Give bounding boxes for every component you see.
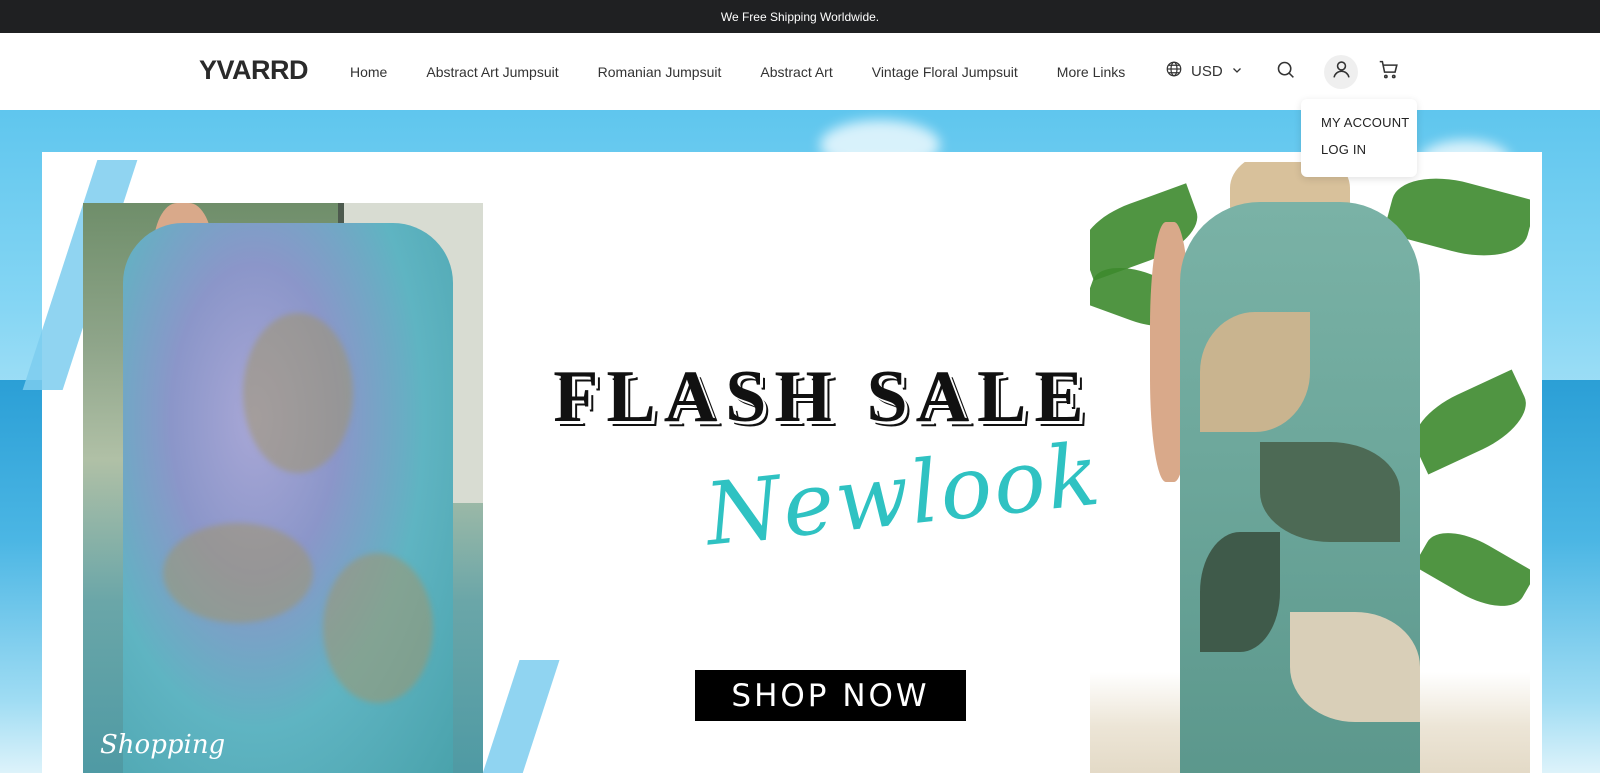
- account-button[interactable]: [1324, 55, 1358, 89]
- main-nav: Home Abstract Art Jumpsuit Romanian Jump…: [350, 33, 1164, 110]
- announcement-text: We Free Shipping Worldwide.: [720, 9, 880, 24]
- nav-more-links[interactable]: More Links: [1057, 64, 1125, 80]
- user-icon: [1331, 59, 1352, 85]
- globe-icon: [1165, 60, 1183, 82]
- chevron-down-icon: [1231, 63, 1243, 80]
- pattern: [163, 523, 313, 623]
- search-button[interactable]: [1268, 55, 1302, 89]
- cart-button[interactable]: [1371, 55, 1405, 89]
- jumpsuit-right: [1180, 202, 1420, 773]
- nav-abstract-art-jumpsuit[interactable]: Abstract Art Jumpsuit: [426, 64, 558, 80]
- palm-leaf: [1413, 518, 1530, 621]
- shopping-tag: Shopping: [100, 730, 226, 760]
- nav-romanian-jumpsuit[interactable]: Romanian Jumpsuit: [598, 64, 722, 80]
- login-link[interactable]: LOG IN: [1321, 142, 1417, 157]
- jumpsuit-left: [123, 223, 453, 773]
- leaf-print: [1200, 312, 1310, 432]
- leaf-print: [1260, 442, 1400, 542]
- nav-vintage-floral-jumpsuit[interactable]: Vintage Floral Jumpsuit: [872, 64, 1018, 80]
- product-photo-right[interactable]: [1090, 162, 1530, 773]
- announcement-bar: We Free Shipping Worldwide.: [0, 0, 1600, 33]
- flash-sale-headline: FLASH SALE: [553, 356, 1092, 438]
- cart-icon: [1378, 59, 1399, 85]
- currency-selector[interactable]: USD: [1165, 60, 1243, 82]
- leaf-print: [1200, 532, 1280, 652]
- currency-label: USD: [1191, 62, 1223, 80]
- account-dropdown: MY ACCOUNT LOG IN: [1301, 99, 1417, 177]
- leaf-print: [1290, 612, 1420, 722]
- nav-abstract-art[interactable]: Abstract Art: [760, 64, 832, 80]
- pattern: [243, 313, 353, 473]
- search-icon: [1275, 59, 1296, 85]
- my-account-link[interactable]: MY ACCOUNT: [1321, 115, 1417, 130]
- site-logo[interactable]: YVARRD: [199, 55, 309, 86]
- shop-now-button[interactable]: SHOP NOW: [695, 670, 966, 721]
- palm-leaf: [1402, 369, 1530, 475]
- nav-home[interactable]: Home: [350, 64, 387, 80]
- pattern: [323, 553, 433, 703]
- product-photo-left[interactable]: [83, 203, 483, 773]
